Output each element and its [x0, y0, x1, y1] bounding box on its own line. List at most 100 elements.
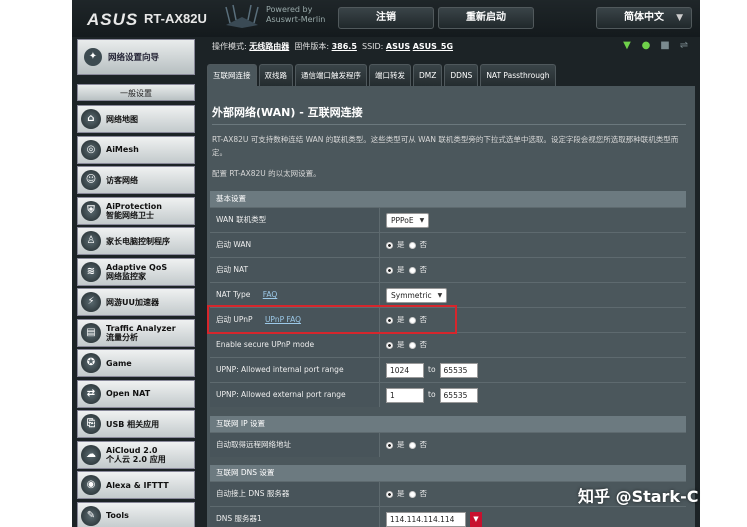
row-enable-wan: 启动 WAN 是 否	[210, 232, 686, 257]
enable-nat-yes-radio[interactable]	[386, 266, 393, 274]
section-basic: 基本设置	[210, 191, 686, 207]
op-mode-value[interactable]: 无线路由器	[249, 42, 289, 51]
sidebar-item-label: AiProtection 智能网络卫士	[106, 201, 162, 220]
quick-setup-button[interactable]: ✦ 网络设置向导	[77, 39, 195, 75]
language-value: 简体中文	[624, 12, 664, 23]
config-text: 配置 RT-AX82U 的以太网设置。	[212, 169, 321, 178]
usb-icon[interactable]: ⇌	[678, 40, 690, 52]
tab[interactable]: DMZ	[413, 64, 443, 86]
sidebar-item[interactable]: ⚡ 网游UU加速器	[77, 288, 195, 316]
game-icon: ✪	[81, 353, 101, 373]
nat-type-select[interactable]: Symmetric ▼	[386, 287, 448, 303]
op-mode-label: 操作模式:	[212, 42, 247, 51]
logout-button[interactable]: 注销	[338, 7, 434, 29]
language-select[interactable]: 简体中文 ▼	[596, 7, 692, 29]
tab[interactable]: 端口转发	[369, 64, 411, 86]
sidebar-item-label: 网游UU加速器	[106, 297, 159, 307]
sidebar-item[interactable]: ▤ Traffic Analyzer 流量分析	[77, 318, 195, 347]
auto-ip-no-radio[interactable]	[408, 441, 416, 449]
printer-icon[interactable]: ■	[659, 40, 671, 52]
router-icon	[225, 4, 259, 28]
sidebar-item-label: Adaptive QoS 网络监控家	[106, 262, 168, 281]
dns1-input[interactable]: 114.114.114.114	[386, 511, 466, 527]
sidebar-item-label: 访客网络	[106, 175, 138, 185]
tab[interactable]: 通信端口触发程序	[295, 64, 367, 86]
sidebar-item[interactable]: ≋ Adaptive QoS 网络监控家	[77, 257, 195, 286]
powered-by-name: Asuswrt-Merlin	[266, 15, 326, 24]
sidebar-item-label: Tools	[106, 511, 129, 520]
sidebar-item[interactable]: ⎘ USB 相关应用	[77, 410, 195, 438]
sidebar-item-label: 网络地图	[106, 114, 138, 124]
tab[interactable]: DDNS	[444, 64, 479, 86]
general-section-header: 一般设置	[77, 84, 195, 101]
sidebar-item[interactable]: ◎ AiMesh	[77, 135, 195, 164]
qos-icon: ≋	[81, 261, 101, 282]
external-port-to-input[interactable]: 65535	[439, 387, 478, 403]
powered-by: Powered by Asuswrt-Merlin	[266, 5, 325, 25]
nat-type-cell: NAT Type FAQ	[210, 283, 380, 307]
reboot-button[interactable]: 重新启动	[438, 7, 534, 29]
ssid-value-5g[interactable]: ASUS_5G	[413, 42, 453, 51]
chevron-down-icon: ▼	[437, 291, 443, 299]
sidebar-item[interactable]: ◉ Alexa & IFTTT	[77, 471, 195, 499]
sidebar-item-label: USB 相关应用	[106, 419, 160, 429]
dns-list-arrow-icon[interactable]: ▼	[470, 511, 482, 527]
firmware-label: 固件版本:	[294, 42, 330, 51]
tab[interactable]: 互联网连接	[207, 64, 257, 86]
sidebar-item[interactable]: ✎ Tools	[77, 501, 195, 527]
row-external-port-range: UPNP: Allowed external port range 1 to 6…	[210, 382, 686, 407]
sidebar-item-label: Traffic Analyzer 流量分析	[106, 323, 176, 342]
sidebar-item[interactable]: ☺ 访客网络	[77, 166, 195, 194]
internal-range-label: UPNP: Allowed internal port range	[210, 358, 380, 382]
aicloud-icon: ☁	[81, 444, 101, 465]
sidebar-item[interactable]: ⇄ Open NAT	[77, 379, 195, 408]
internal-port-to-input[interactable]: 65535	[439, 362, 478, 378]
row-nat-type: NAT Type FAQ Symmetric ▼	[210, 282, 686, 307]
sidebar-item[interactable]: ✪ Game	[77, 349, 195, 377]
asus-logo: ASUS	[87, 10, 139, 29]
tab[interactable]: NAT Passthrough	[480, 64, 556, 86]
client-icon[interactable]: ●	[640, 40, 652, 52]
secure-upnp-label: Enable secure UPnP mode	[210, 333, 380, 357]
usb-icon: ⎘	[81, 414, 101, 434]
enable-nat-no-radio[interactable]	[408, 266, 416, 274]
sidebar-item[interactable]: ⌂ 网络地图	[77, 105, 195, 133]
enable-wan-no-radio[interactable]	[408, 241, 416, 249]
chevron-down-icon: ▼	[419, 216, 425, 224]
alexa-icon: ◉	[81, 475, 101, 495]
sidebar-item[interactable]: ♙ 家长电脑控制程序	[77, 227, 195, 255]
no-label: 否	[419, 489, 428, 498]
secure-upnp-no-radio[interactable]	[408, 341, 416, 349]
secure-upnp-yes-radio[interactable]	[386, 341, 393, 349]
firmware-value[interactable]: 386.5	[332, 42, 357, 51]
tab[interactable]: 双线路	[258, 64, 293, 86]
ssid-value[interactable]: ASUS	[386, 42, 410, 51]
section-dns: 互联网 DNS 设置	[210, 465, 686, 481]
auto-dns-yes-radio[interactable]	[386, 490, 393, 498]
nat-type-label: NAT Type	[216, 290, 251, 299]
sidebar-item[interactable]: ☁ AiCloud 2.0 个人云 2.0 应用	[77, 440, 195, 469]
ssid-label: SSID:	[362, 42, 384, 51]
parental-control-icon: ♙	[81, 231, 101, 251]
yes-label: 是	[397, 489, 405, 498]
sidebar-item-label: Open NAT	[106, 389, 151, 398]
sidebar: ✦ 网络设置向导 一般设置 ⌂ 网络地图 ◎ AiMesh ☺ 访客网络 ⛨ AiProtec…	[72, 37, 202, 527]
external-port-from-input[interactable]: 1	[386, 387, 424, 403]
wifi-icon[interactable]: ▼	[621, 40, 633, 52]
auto-dns-no-radio[interactable]	[408, 490, 416, 498]
section-ip: 互联网 IP 设置	[210, 416, 686, 432]
wan-type-select[interactable]: PPPoE ▼	[386, 212, 430, 228]
wizard-icon: ✦	[84, 48, 102, 66]
row-enable-nat: 启动 NAT 是 否	[210, 257, 686, 282]
enable-wan-yes-radio[interactable]	[386, 241, 393, 249]
yes-label: 是	[397, 240, 405, 249]
left-margin	[0, 0, 72, 527]
nat-faq-link[interactable]: FAQ	[263, 290, 278, 299]
aimesh-icon: ◎	[81, 139, 101, 160]
right-margin	[700, 0, 747, 527]
auto-ip-yes-radio[interactable]	[386, 441, 393, 449]
nat-type-value: Symmetric	[391, 290, 432, 300]
sidebar-item[interactable]: ⛨ AiProtection 智能网络卫士	[77, 196, 195, 225]
internal-port-from-input[interactable]: 1024	[386, 362, 424, 378]
tools-icon: ✎	[81, 505, 101, 526]
